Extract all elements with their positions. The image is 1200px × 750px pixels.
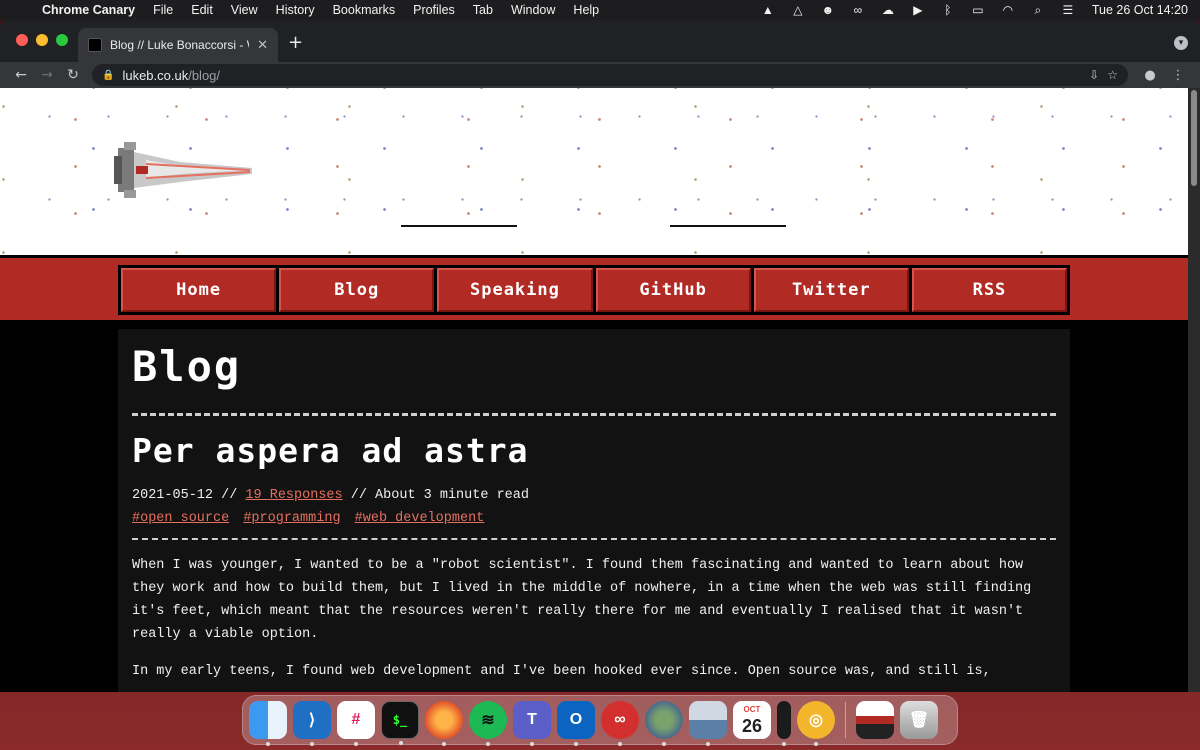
lock-icon[interactable]: 🔒 [102,70,114,81]
menu-file[interactable]: File [153,3,173,17]
menu-profiles[interactable]: Profiles [413,3,455,17]
calendar-icon[interactable]: OCT 26 [733,701,771,739]
menu-view[interactable]: View [231,3,258,17]
terminal-icon[interactable]: $_ [381,701,419,745]
teams-icon[interactable]: T [513,701,551,746]
battery-icon[interactable]: ▭ [970,3,986,17]
recent-window-thumbnail[interactable] [856,701,894,739]
nav-speaking[interactable]: Speaking [437,268,593,312]
menu-app-name[interactable]: Chrome Canary [42,3,135,17]
menu-window[interactable]: Window [511,3,555,17]
menu-edit[interactable]: Edit [191,3,213,17]
alien-icon[interactable]: ☻ [820,3,836,17]
tag-open-source[interactable]: #open source [132,511,229,526]
nav-blog[interactable]: Blog [279,268,435,312]
dock: ⟩ # $_ ≋ T O ∞ OCT 26 ◎ 🗑 [242,695,958,746]
page-title: Blog [132,342,242,391]
menu-bar: Chrome Canary File Edit View History Boo… [0,0,1200,20]
tab-close-icon[interactable]: ✕ [257,37,268,53]
outlook-icon[interactable]: O [557,701,595,746]
site-nav-buttons: Home Blog Speaking GitHub Twitter RSS [118,265,1070,315]
meta-separator: // [213,488,246,503]
forward-arrow-icon[interactable]: → [34,67,60,83]
preview-icon[interactable] [689,701,727,746]
tab-strip: Blog // Luke Bonaccorsi - Web ✕ + ▾ [0,20,1200,62]
tag-programming[interactable]: #programming [243,511,340,526]
post-date: 2021-05-12 [132,488,214,503]
menu-clock[interactable]: Tue 26 Oct 14:20 [1092,3,1188,17]
firefox-icon[interactable] [425,701,463,746]
dashed-divider [132,538,1056,540]
post-title[interactable]: Per aspera ad astra [132,430,1056,472]
spaceship-icon [114,142,252,198]
post-meta: 2021-05-12 // 19 Responses // About 3 mi… [132,484,1056,507]
page-scrollbar[interactable] [1188,88,1200,692]
menu-help[interactable]: Help [573,3,599,17]
play-icon[interactable]: ▶ [910,3,926,17]
menu-tab[interactable]: Tab [473,3,493,17]
triangle-icon[interactable]: △ [790,3,806,17]
finder-icon[interactable] [249,701,287,746]
nav-rss[interactable]: RSS [911,268,1068,312]
wifi-icon[interactable]: ◠ [1000,3,1016,17]
responses-link[interactable]: 19 Responses [245,488,342,503]
install-app-icon[interactable]: ⇩ [1089,68,1099,82]
nav-github[interactable]: GitHub [595,268,751,312]
post-paragraph: In my early teens, I found web developme… [132,664,991,679]
close-window-button[interactable] [16,34,28,46]
site-navbar: Home Blog Speaking GitHub Twitter RSS [0,255,1188,323]
read-time: // About 3 minute read [342,488,529,503]
maximize-window-button[interactable] [56,34,68,46]
bookmark-star-icon[interactable]: ☆ [1107,68,1118,82]
window-controls [16,34,68,46]
new-tab-plus-icon[interactable]: + [288,32,303,53]
control-center-icon[interactable]: ☰ [1060,3,1076,17]
url-path: /blog/ [188,67,221,83]
address-bar[interactable]: 🔒 lukeb.co.uk /blog/ ⇩ ☆ [92,64,1128,86]
tab-blog[interactable]: Blog // Luke Bonaccorsi - Web ✕ [78,28,278,62]
vscode-icon[interactable]: ⟩ [293,701,331,746]
url-host: lukeb.co.uk [122,67,189,83]
tab-search-chevron-icon[interactable]: ▾ [1174,36,1188,50]
header-divider-left [401,225,517,227]
creative-cloud-icon[interactable]: ∞ [601,701,639,746]
trash-icon[interactable]: 🗑 [900,701,938,739]
bluetooth-icon[interactable]: ᛒ [940,3,956,17]
reload-icon[interactable]: ↻ [60,67,86,83]
calendar-month: OCT [743,705,761,714]
post-tags: #open source #programming #web developme… [132,507,1056,530]
browser-toolbar: ← → ↻ 🔒 lukeb.co.uk /blog/ ⇩ ☆ ● ⋮ [0,62,1200,88]
favicon-icon [88,38,102,52]
dock-separator [845,702,846,738]
calendar-day: 26 [741,716,763,736]
network-globe-icon[interactable] [645,701,683,746]
nav-home[interactable]: Home [121,268,277,312]
dashed-divider [132,413,1056,416]
weather-icon[interactable]: ☁ [880,3,896,17]
starfield-header [0,88,1188,255]
kebab-menu-icon[interactable]: ⋮ [1164,68,1192,83]
tab-title: Blog // Luke Bonaccorsi - Web [110,38,249,52]
nav-twitter[interactable]: Twitter [753,268,909,312]
menu-bookmarks[interactable]: Bookmarks [333,3,396,17]
spotify-icon[interactable]: ≋ [469,701,507,746]
hat-icon[interactable]: ▲ [760,3,776,17]
tag-web-development[interactable]: #web development [355,511,485,526]
spotlight-search-icon[interactable]: ⌕ [1030,3,1046,18]
post-paragraph: When I was younger, I wanted to be a "ro… [132,558,1032,642]
page-viewport: Home Blog Speaking GitHub Twitter RSS Bl… [0,88,1188,692]
glasses-icon[interactable]: ∞ [850,3,866,17]
scrollbar-thumb[interactable] [1191,90,1197,186]
profile-avatar-icon[interactable]: ● [1136,68,1164,83]
main-content: Blog Per aspera ad astra 2021-05-12 // 1… [118,329,1070,692]
menu-history[interactable]: History [276,3,315,17]
activity-monitor-icon[interactable] [777,701,791,746]
chrome-canary-icon[interactable]: ◎ [797,701,835,746]
slack-icon[interactable]: # [337,701,375,746]
header-divider-right [670,225,786,227]
minimize-window-button[interactable] [36,34,48,46]
back-arrow-icon[interactable]: ← [8,67,34,83]
